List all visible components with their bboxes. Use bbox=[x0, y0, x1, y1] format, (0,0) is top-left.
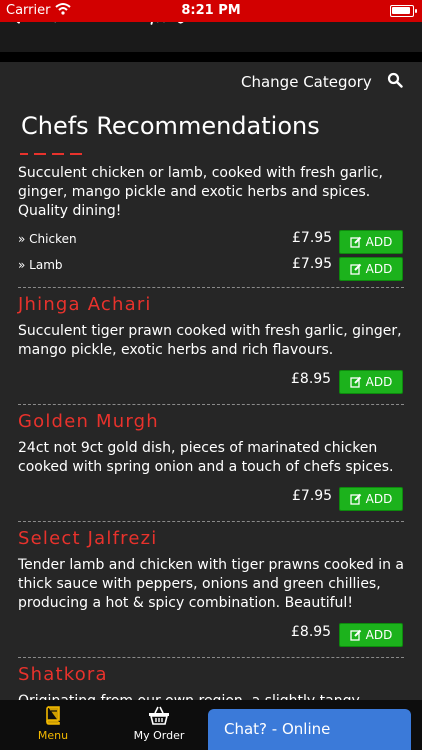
add-button[interactable]: ADD bbox=[339, 370, 403, 394]
add-button-label: ADD bbox=[365, 375, 393, 389]
menu-panel: Change Category Chefs Recommendations Su… bbox=[0, 62, 422, 700]
edit-icon bbox=[349, 236, 362, 248]
basket-icon bbox=[124, 705, 194, 725]
dish-name: Golden Murgh bbox=[18, 411, 159, 432]
menu-list[interactable]: Succulent chicken or lamb, cooked with f… bbox=[0, 152, 422, 700]
item-divider bbox=[18, 404, 404, 405]
add-button-label: ADD bbox=[365, 235, 393, 249]
item-divider bbox=[18, 287, 404, 288]
dish-description: Tender lamb and chicken with tiger prawn… bbox=[18, 557, 405, 611]
add-button[interactable]: ADD bbox=[339, 230, 403, 254]
app-header: Carrier 8:21 PM bbox=[0, 0, 422, 52]
edit-icon bbox=[349, 493, 362, 505]
edit-icon bbox=[349, 263, 362, 275]
price: £7.95 bbox=[292, 230, 333, 246]
price: £7.95 bbox=[292, 488, 333, 504]
search-icon[interactable] bbox=[387, 72, 403, 88]
clock: 8:21 PM bbox=[181, 3, 241, 18]
item-divider bbox=[18, 521, 404, 522]
price: £7.95 bbox=[292, 256, 333, 272]
change-category-link[interactable]: Change Category bbox=[241, 73, 372, 91]
add-button[interactable]: ADD bbox=[339, 623, 403, 647]
tab-my-order[interactable]: My Order bbox=[124, 700, 194, 750]
dish-name: Select Jalfrezi bbox=[18, 528, 158, 549]
add-button[interactable]: ADD bbox=[339, 257, 403, 281]
status-bar: Carrier 8:21 PM bbox=[0, 0, 422, 22]
dish-description: Succulent tiger prawn cooked with fresh … bbox=[18, 323, 402, 358]
battery-icon bbox=[390, 5, 417, 17]
dish-description: Originating from our own region, a sligh… bbox=[18, 692, 408, 700]
item-divider bbox=[18, 657, 404, 658]
edit-icon bbox=[349, 629, 362, 641]
option-label: » Chicken bbox=[18, 232, 77, 246]
price: £8.95 bbox=[291, 624, 332, 640]
tab-my-order-label: My Order bbox=[133, 729, 185, 742]
chat-button[interactable]: Chat? - Online bbox=[208, 709, 411, 750]
price: £8.95 bbox=[291, 371, 332, 387]
book-icon bbox=[20, 705, 86, 725]
add-button[interactable]: ADD bbox=[339, 487, 403, 511]
option-label: » Lamb bbox=[18, 258, 63, 272]
add-button-label: ADD bbox=[365, 492, 393, 506]
brand-logo bbox=[14, 22, 334, 40]
edit-icon bbox=[349, 376, 362, 388]
page-title: Chefs Recommendations bbox=[21, 112, 320, 140]
dish-description: Succulent chicken or lamb, cooked with f… bbox=[18, 165, 384, 219]
add-button-label: ADD bbox=[365, 262, 393, 276]
dish-name: Shatkora bbox=[18, 664, 108, 685]
dish-name: Jhinga Achari bbox=[18, 294, 152, 315]
header-divider bbox=[0, 52, 422, 62]
tab-menu-label: Menu bbox=[37, 729, 69, 742]
add-button-label: ADD bbox=[365, 628, 393, 642]
dish-description: 24ct not 9ct gold dish, pieces of marina… bbox=[18, 440, 394, 475]
tab-menu[interactable]: Menu bbox=[20, 700, 86, 750]
